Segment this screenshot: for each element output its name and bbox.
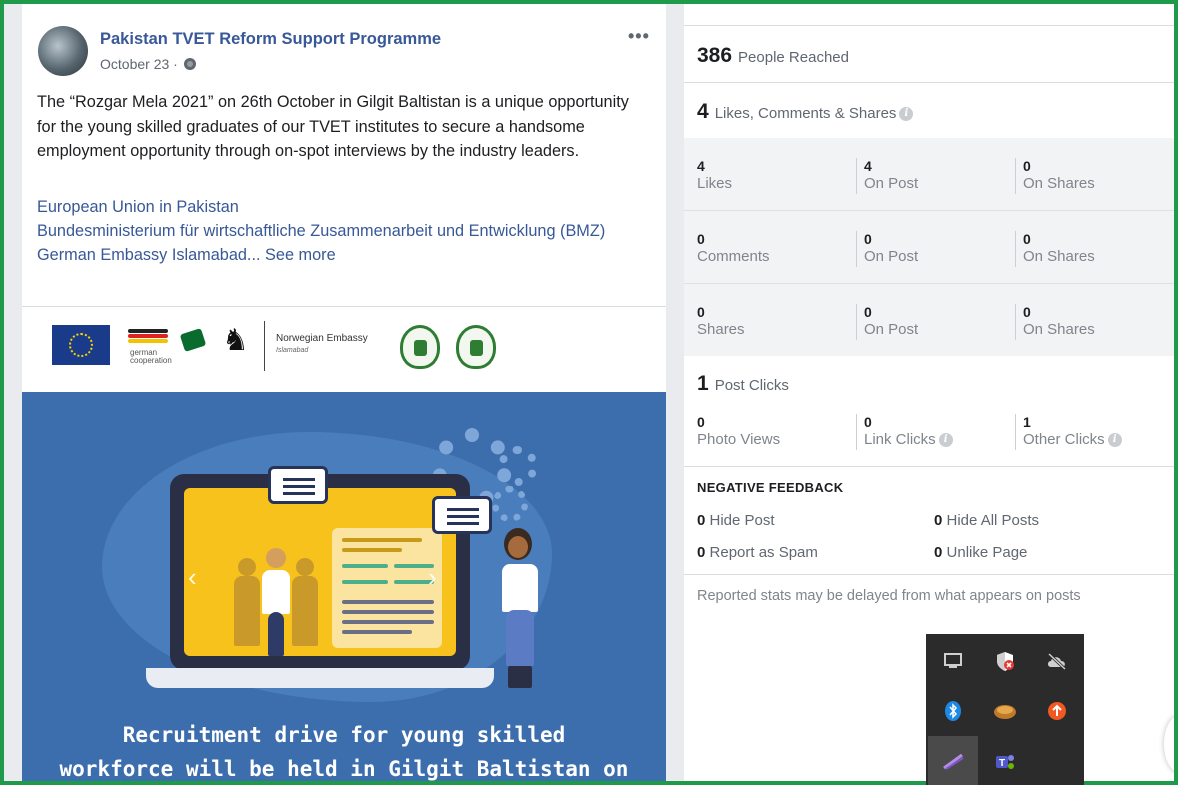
norwegian-embassy-label: Norwegian Embassy [276,333,368,344]
report-spam-stat: 0 Report as Spam [697,544,818,561]
person-skirt [506,610,534,666]
gear-icon [492,486,528,522]
divider [1015,158,1016,194]
german-cooperation-logo: german cooperation [126,325,207,371]
post-clicks-stat: 1 Post Clicks [697,372,789,396]
hide-all-posts-stat: 0 Hide All Posts [934,512,1040,529]
post-meta: October 23 · [100,56,196,72]
divider [856,231,857,267]
cooperation-logo-text: cooperation [130,356,172,365]
tag-link-german-embassy: German Embassy Islamabad... See more [37,243,647,267]
eu-flag-logo [52,325,110,365]
post-clicks-label: Post Clicks [714,377,789,394]
image-caption-line-2: workforce will be held in Gilgit Baltist… [59,757,629,781]
page-avatar[interactable] [38,26,88,76]
engagement-breakdown: 4 Likes 4 On Post 0 On Shares 0 Comments 0 On… [684,138,1174,356]
hide-post-stat: 0 Hide Post [697,512,775,529]
post-date[interactable]: October 23 · [100,56,178,72]
negative-feedback-title: NEGATIVE FEEDBACK [697,480,844,495]
image-caption-line-1: Recruitment drive for young skilled [122,723,566,747]
chevron-right-icon: › [428,562,437,592]
comments-on-post: 0 On Post [864,231,919,265]
globe-icon [183,58,196,70]
bluetooth-icon[interactable] [928,686,978,736]
divider [1015,304,1016,340]
info-icon[interactable]: i [1107,433,1122,448]
post-text: The “Rozgar Mela 2021” on 26th October i… [37,93,629,160]
unlike-page-stat: 0 Unlike Page [934,544,1028,561]
photo-views: 0 Photo Views [697,414,781,448]
post-card: Pakistan TVET Reform Support Programme O… [22,4,666,781]
divider [1015,414,1016,450]
display-icon[interactable] [928,636,978,686]
speech-bubble-icon [268,466,328,504]
app-icon[interactable] [980,686,1030,736]
people-reached-value: 386 [697,44,733,67]
divider [1015,231,1016,267]
speech-bubble-icon [432,496,492,534]
divider [684,210,1174,211]
lion-crest-icon: ♞ [222,324,249,357]
comments-total: 0 Comments [697,231,770,265]
logo-divider [264,321,265,371]
info-icon[interactable]: i [899,107,914,122]
comments-on-shares: 0 On Shares [1023,231,1095,265]
divider [856,414,857,450]
see-more-link[interactable]: See more [265,246,336,264]
engagement-value: 4 [697,100,709,123]
panel-header-strip [684,4,1174,26]
pakistan-emblem-icon [456,325,496,369]
tag-link-german-embassy-text[interactable]: German Embassy Islamabad... [37,246,261,264]
shares-on-shares: 0 On Shares [1023,304,1095,338]
other-clicks: 1 Other Clicks i [1023,414,1122,448]
person-shirt [502,564,538,612]
page-name-link[interactable]: Pakistan TVET Reform Support Programme [100,30,441,49]
tag-link-bmz[interactable]: Bundesministerium für wirtschaftliche Zu… [37,219,647,243]
shares-total: 0 Shares [697,304,745,338]
person-legs [508,666,532,688]
engagement-label: Likes, Comments & Shares [714,105,897,122]
partner-logos: german cooperation ♞ Norwegian Embassy Is… [22,307,666,392]
stats-footnote: Reported stats may be delayed from what … [697,588,1081,604]
likes-total: 4 Likes [697,158,733,192]
engagement-stat: 4 Likes, Comments & Shares i [697,100,914,124]
svg-text:T: T [999,758,1005,769]
person-face [508,536,528,558]
people-reached-label: People Reached [738,49,849,66]
more-options-button[interactable]: ••• [628,26,650,47]
divider [684,466,1174,467]
divider [684,283,1174,284]
info-icon[interactable]: i [938,433,953,448]
pen-icon[interactable] [928,736,978,785]
post-clicks-value: 1 [697,372,709,395]
image-caption: Recruitment drive for young skilled work… [22,718,666,781]
shares-on-post: 0 On Post [864,304,919,338]
laptop-base [146,668,494,688]
link-clicks: 0 Link Clicks i [864,414,953,448]
likes-on-post: 4 On Post [864,158,919,192]
divider [684,82,1174,83]
tag-list: European Union in Pakistan Bundesministe… [37,195,647,267]
divider [856,158,857,194]
security-shield-icon[interactable] [980,636,1030,686]
cloud-offline-icon[interactable] [1032,636,1082,686]
likes-on-shares: 0 On Shares [1023,158,1095,192]
divider [856,304,857,340]
pakistan-emblem-icon [400,325,440,369]
teams-icon[interactable]: T [980,736,1030,785]
tag-link-eu[interactable]: European Union in Pakistan [37,195,647,219]
people-reached-stat: 386 People Reached [697,44,849,68]
norwegian-embassy-city: Islamabad [276,347,309,354]
system-tray-overflow: T [926,634,1084,785]
gear-icon [498,446,538,486]
divider [684,574,1174,575]
chevron-left-icon: ‹ [188,562,197,592]
post-image[interactable]: ‹ › Recruitment drive for young skilled … [22,392,666,781]
update-arrow-icon[interactable] [1032,686,1082,736]
